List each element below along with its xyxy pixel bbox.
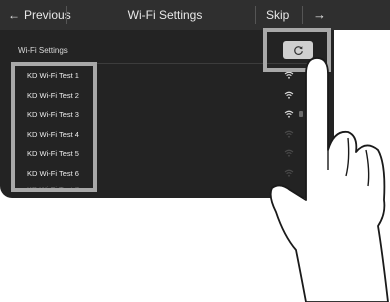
pointing-hand-icon bbox=[269, 57, 389, 302]
